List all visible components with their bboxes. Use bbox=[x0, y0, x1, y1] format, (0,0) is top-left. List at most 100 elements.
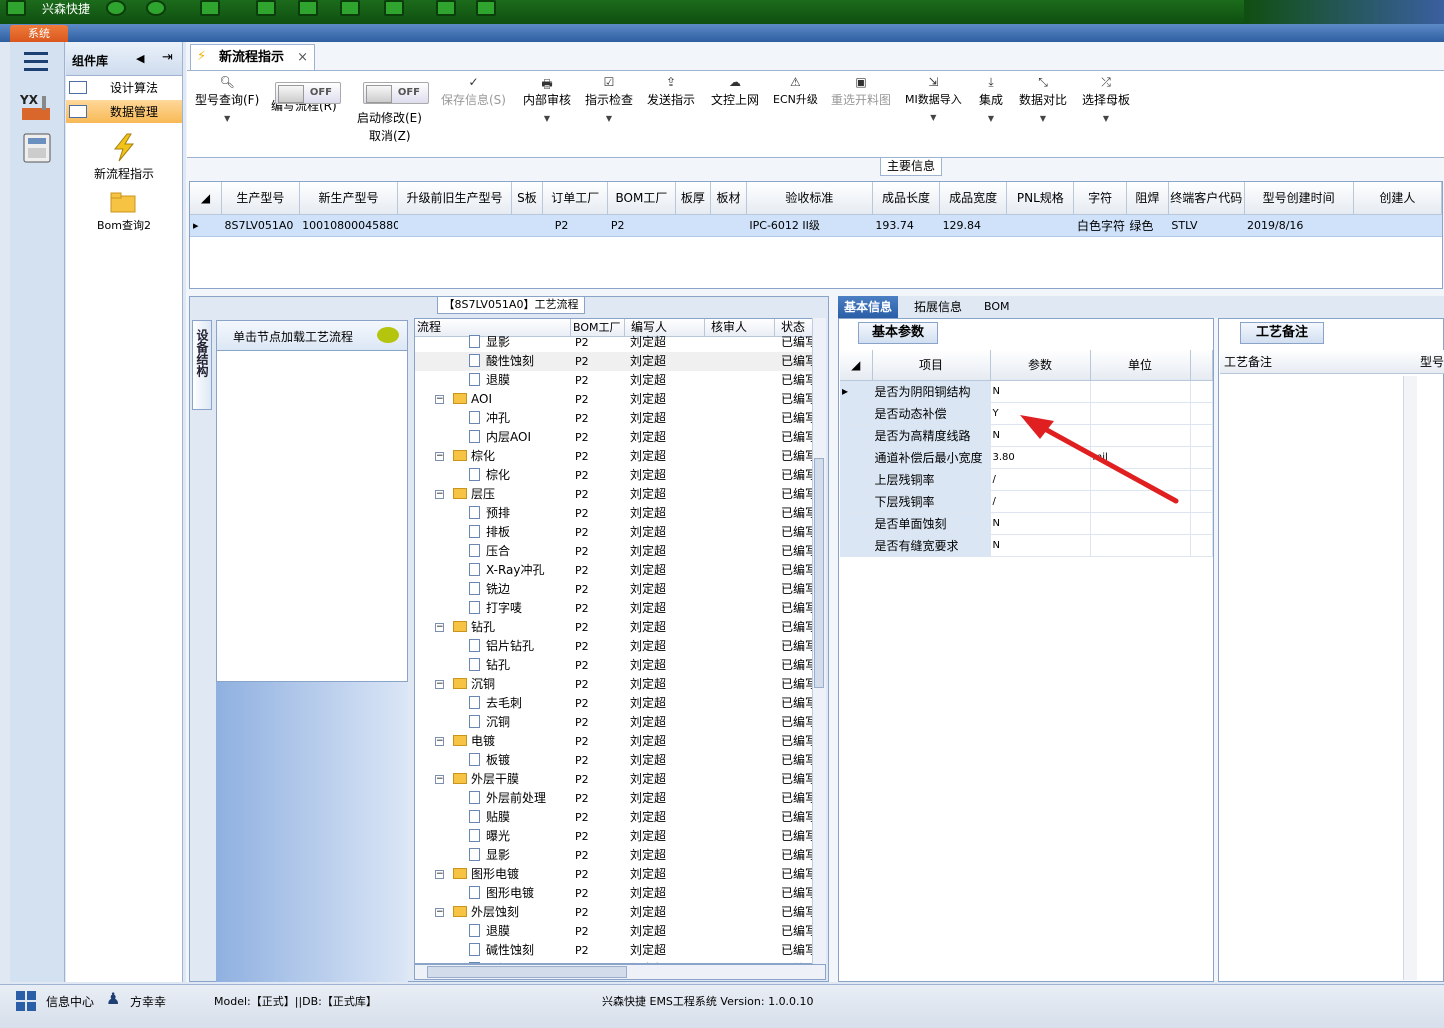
side-tab-equipment[interactable]: 设备结构 bbox=[192, 320, 212, 410]
bom-query-launcher[interactable]: Bom查询2 bbox=[66, 190, 182, 233]
tab-craft-note[interactable]: 工艺备注 bbox=[1240, 322, 1324, 344]
internal-review-button[interactable]: 🖶︎ 内部审核 ▼ bbox=[523, 75, 571, 123]
chevron-down-icon[interactable]: ▼ bbox=[585, 114, 633, 123]
grid-icon[interactable] bbox=[200, 0, 220, 16]
table-cell[interactable]: STLV bbox=[1168, 214, 1244, 237]
tree-row[interactable]: 显影 P2 刘定超 已编写 bbox=[415, 846, 825, 865]
column-header[interactable]: PNL规格 bbox=[1006, 182, 1075, 215]
tree-row[interactable]: − AOI P2 刘定超 已编写 bbox=[415, 390, 825, 409]
tree-row[interactable]: 排板 P2 刘定超 已编写 bbox=[415, 523, 825, 542]
param-unit-cell[interactable] bbox=[1090, 512, 1191, 535]
system-tab[interactable]: 系统 bbox=[10, 25, 68, 42]
table-cell[interactable]: 白色字符 bbox=[1073, 214, 1127, 237]
chevron-down-icon[interactable]: ▼ bbox=[195, 114, 259, 123]
column-header[interactable]: 成品长度 bbox=[872, 182, 941, 215]
tab-basic-info[interactable]: 基本信息 bbox=[838, 296, 899, 318]
tree-row[interactable]: 外层前处理 P2 刘定超 已编写 bbox=[415, 789, 825, 808]
tree-vertical-scrollbar[interactable] bbox=[812, 318, 826, 964]
table-cell[interactable]: 193.74 bbox=[872, 214, 940, 237]
collapse-toggle-icon[interactable]: − bbox=[435, 737, 444, 746]
reselect-drawing-button[interactable]: ▣ 重选开料图 bbox=[831, 75, 891, 108]
integrate-button[interactable]: ⤓ 集成 ▼ bbox=[979, 75, 1003, 123]
scroll-thumb[interactable] bbox=[427, 966, 627, 978]
column-header[interactable]: 订单工厂 bbox=[542, 182, 609, 215]
tree-row[interactable]: − 钻孔 P2 刘定超 已编写 bbox=[415, 618, 825, 637]
tree-row[interactable]: 显影 P2 刘定超 已编写 bbox=[415, 333, 825, 352]
column-header[interactable]: 成品宽度 bbox=[939, 182, 1008, 215]
tree-row[interactable]: 酸性蚀刻 P2 刘定超 已编写 bbox=[415, 352, 825, 371]
mi-import-button[interactable]: ⇲ MI数据导入 ▼ bbox=[905, 75, 962, 122]
tree-row[interactable]: 棕化 P2 刘定超 已编写 bbox=[415, 466, 825, 485]
search-icon[interactable] bbox=[106, 0, 126, 16]
table-cell[interactable] bbox=[511, 214, 543, 237]
column-header[interactable]: 型号 bbox=[1420, 350, 1444, 374]
chevron-down-icon[interactable]: ▼ bbox=[979, 114, 1003, 123]
chevron-down-icon[interactable]: ▼ bbox=[523, 114, 571, 123]
tree-row[interactable]: 碱性蚀刻 P2 刘定超 已编写 bbox=[415, 941, 825, 960]
tab-bom[interactable]: BOM bbox=[978, 296, 1016, 318]
export-icon[interactable] bbox=[340, 0, 360, 16]
collapse-arrow-icon[interactable]: ◀ bbox=[136, 52, 144, 65]
tree-row[interactable]: 沉铜 P2 刘定超 已编写 bbox=[415, 713, 825, 732]
column-header[interactable]: 板材 bbox=[710, 182, 747, 215]
column-header[interactable]: 单位 bbox=[1090, 350, 1191, 381]
edit-flow-toggle[interactable]: OFF bbox=[275, 82, 341, 104]
send-instruction-button[interactable]: ⇪ 发送指示 bbox=[647, 75, 695, 108]
info-center-link[interactable]: 信息中心 bbox=[46, 993, 94, 1010]
column-header[interactable]: 升级前旧生产型号 bbox=[397, 182, 512, 215]
tree-row[interactable]: 铣边 P2 刘定超 已编写 bbox=[415, 580, 825, 599]
save-icon[interactable] bbox=[298, 0, 318, 16]
collapse-toggle-icon[interactable]: − bbox=[435, 680, 444, 689]
table-cell[interactable]: 绿色 bbox=[1126, 214, 1169, 237]
tab-extended-info[interactable]: 拓展信息 bbox=[908, 296, 968, 318]
cut-icon[interactable] bbox=[256, 0, 276, 16]
column-header[interactable]: 验收标准 bbox=[746, 182, 873, 215]
table-row[interactable]: 是否单面蚀刻 N bbox=[840, 512, 1213, 535]
tree-row[interactable]: 曝光 P2 刘定超 已编写 bbox=[415, 827, 825, 846]
tree-row[interactable]: − 外层干膜 P2 刘定超 已编写 bbox=[415, 770, 825, 789]
table-row[interactable]: ▸ 8S7LV051A0 10010800045880 P2 P2 IPC-60… bbox=[190, 214, 1442, 237]
column-header[interactable]: 项目 bbox=[872, 350, 991, 381]
param-value-cell[interactable]: N bbox=[990, 512, 1091, 535]
pin-icon[interactable]: ⇥ bbox=[162, 50, 173, 65]
tree-row[interactable]: − 沉铜 P2 刘定超 已编写 bbox=[415, 675, 825, 694]
collapse-toggle-icon[interactable]: − bbox=[435, 623, 444, 632]
table-cell[interactable]: P2 bbox=[607, 214, 676, 237]
tree-row[interactable]: 冲孔 P2 刘定超 已编写 bbox=[415, 409, 825, 428]
table-cell[interactable]: 10010800045880 bbox=[299, 214, 398, 237]
ecn-upgrade-button[interactable]: ⚠ ECN升级 bbox=[773, 75, 818, 107]
doc-tab-new-flow[interactable]: ⚡ 新流程指示 × bbox=[190, 44, 315, 70]
menu-icon[interactable] bbox=[18, 48, 56, 82]
collapse-toggle-icon[interactable]: − bbox=[435, 775, 444, 784]
table-row[interactable]: ▸ 是否为阴阳铜结构 N bbox=[840, 380, 1213, 403]
collapse-toggle-icon[interactable]: − bbox=[435, 452, 444, 461]
table-cell[interactable]: 8S7LV051A0 bbox=[221, 214, 300, 237]
tree-row[interactable]: 退膜 P2 刘定超 已编写 bbox=[415, 922, 825, 941]
column-header[interactable]: 字符 bbox=[1073, 182, 1127, 215]
enable-modify-toggle[interactable]: OFF bbox=[363, 82, 429, 104]
table-cell[interactable]: P2 bbox=[542, 214, 608, 237]
column-header[interactable]: 终端客户代码 bbox=[1168, 182, 1245, 215]
tree-row[interactable]: 预排 P2 刘定超 已编写 bbox=[415, 504, 825, 523]
tree-row[interactable]: 内层AOI P2 刘定超 已编写 bbox=[415, 428, 825, 447]
param-value-cell[interactable]: N bbox=[990, 534, 1091, 557]
table-cell[interactable] bbox=[1353, 214, 1442, 237]
collapse-toggle-icon[interactable]: − bbox=[435, 870, 444, 879]
collapse-toggle-icon[interactable]: − bbox=[435, 395, 444, 404]
column-header[interactable]: 工艺备注 bbox=[1224, 355, 1272, 369]
tree-row[interactable]: X-Ray冲孔 P2 刘定超 已编写 bbox=[415, 561, 825, 580]
scroll-thumb[interactable] bbox=[814, 458, 824, 688]
table-cell[interactable]: 2019/8/16 bbox=[1244, 214, 1354, 237]
tree-row[interactable]: 压合 P2 刘定超 已编写 bbox=[415, 542, 825, 561]
tree-row[interactable]: − 图形电镀 P2 刘定超 已编写 bbox=[415, 865, 825, 884]
column-header[interactable]: 创建人 bbox=[1353, 182, 1443, 215]
column-header[interactable]: 参数 bbox=[990, 350, 1091, 381]
table-cell[interactable] bbox=[675, 214, 711, 237]
column-header[interactable]: 新生产型号 bbox=[299, 182, 399, 215]
column-header[interactable]: S板 bbox=[511, 182, 544, 215]
tree-row[interactable]: 板镀 P2 刘定超 已编写 bbox=[415, 751, 825, 770]
column-header[interactable]: 生产型号 bbox=[221, 182, 300, 215]
user-icon[interactable] bbox=[436, 0, 456, 16]
craft-note-scrollbar[interactable] bbox=[1403, 376, 1417, 980]
refresh-icon[interactable] bbox=[146, 0, 166, 16]
